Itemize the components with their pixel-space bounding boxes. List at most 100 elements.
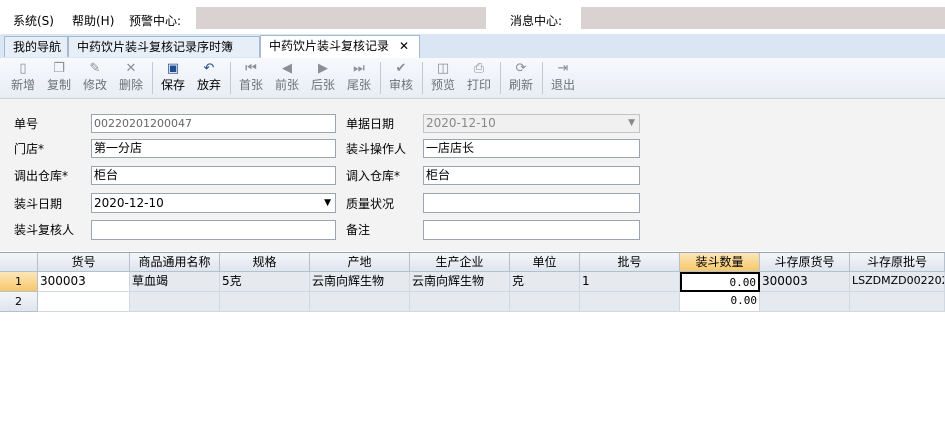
refresh-icon: ⟳ — [515, 61, 527, 76]
toolbar-separator — [422, 62, 423, 94]
tab-review-record[interactable]: 中药饮片装斗复核记录 ✕ — [260, 35, 420, 58]
store-field[interactable]: 第一分店 — [91, 139, 336, 158]
cell-item-no[interactable] — [38, 292, 130, 312]
edit-button[interactable]: ✎ 修改 — [80, 60, 110, 96]
col-header-manufacturer[interactable]: 生产企业 — [410, 253, 510, 272]
cell-fill-qty[interactable]: 0.00 — [680, 292, 760, 312]
reviewer-label: 装斗复核人 — [14, 223, 75, 237]
copy-label: 复制 — [46, 78, 71, 92]
approve-icon: ✔ — [395, 61, 407, 76]
delete-button[interactable]: ✕ 删除 — [116, 60, 146, 96]
cell-orig-batch[interactable]: LSZDMZD0022020112 — [850, 272, 945, 292]
col-header-orig-item-no[interactable]: 斗存原货号 — [760, 253, 850, 272]
discard-button[interactable]: ↶ 放弃 — [194, 60, 224, 96]
out-warehouse-field[interactable]: 柜台 — [91, 166, 336, 185]
cell-generic-name[interactable] — [130, 292, 220, 312]
row-header[interactable]: 2 — [0, 292, 38, 312]
print-button[interactable]: ⎙ 打印 — [464, 60, 494, 96]
first-label: 首张 — [238, 78, 263, 92]
cell-unit[interactable] — [510, 292, 580, 312]
delete-icon: ✕ — [125, 61, 137, 76]
reviewer-field[interactable] — [91, 220, 336, 240]
approve-button[interactable]: ✔ 审核 — [386, 60, 416, 96]
prev-icon: ◀ — [282, 61, 292, 76]
col-header-item-no[interactable]: 货号 — [38, 253, 130, 272]
cell-origin[interactable] — [310, 292, 410, 312]
menu-bar: 系统(S) 帮助(H) 预警中心: 消息中心: — [0, 0, 945, 38]
last-icon: ⏭ — [353, 61, 365, 76]
undo-icon: ↶ — [203, 61, 215, 76]
tab-review-journal[interactable]: 中药饮片装斗复核记录序时簿 — [68, 36, 260, 57]
preview-icon: ◫ — [436, 61, 450, 76]
menu-help[interactable]: 帮助(H) — [72, 12, 114, 29]
message-center-display[interactable] — [581, 7, 945, 29]
copy-button[interactable]: ❐ 复制 — [44, 60, 74, 96]
preview-label: 预览 — [430, 78, 455, 92]
cell-manufacturer[interactable] — [410, 292, 510, 312]
save-button[interactable]: ▣ 保存 — [158, 60, 188, 96]
cell-spec[interactable]: 5克 — [220, 272, 310, 292]
cell-orig-item-no[interactable]: 300003 — [760, 272, 850, 292]
col-header-origin[interactable]: 产地 — [310, 253, 410, 272]
toolbar-separator — [230, 62, 231, 94]
cell-unit[interactable]: 克 — [510, 272, 580, 292]
cell-batch[interactable]: 1 — [580, 272, 680, 292]
remark-field[interactable] — [423, 220, 640, 240]
prev-button[interactable]: ◀ 前张 — [272, 60, 302, 96]
col-header-spec[interactable]: 规格 — [220, 253, 310, 272]
doc-no-field[interactable]: 00220201200047 — [91, 114, 336, 133]
store-label: 门店* — [14, 142, 45, 156]
fill-date-field[interactable]: 2020-12-10 ▼ — [91, 193, 336, 213]
col-header-batch[interactable]: 批号 — [580, 253, 680, 272]
exit-icon: ⇥ — [557, 61, 569, 76]
col-header-fill-qty[interactable]: 装斗数量 — [680, 253, 760, 272]
new-button[interactable]: ▯ 新增 — [8, 60, 38, 96]
copy-icon: ❐ — [53, 61, 65, 76]
cell-manufacturer[interactable]: 云南向辉生物 — [410, 272, 510, 292]
doc-date-field[interactable]: 2020-12-10 ▼ — [423, 114, 640, 133]
cell-orig-item-no[interactable] — [760, 292, 850, 312]
toolbar-separator — [380, 62, 381, 94]
first-button[interactable]: ⏮ 首张 — [236, 60, 266, 96]
detail-grid: 货号 商品通用名称 规格 产地 生产企业 单位 批号 装斗数量 斗存原货号 斗存… — [0, 252, 945, 427]
tab-strip: 我的导航 中药饮片装斗复核记录序时簿 中药饮片装斗复核记录 ✕ — [0, 34, 945, 59]
col-header-generic-name[interactable]: 商品通用名称 — [130, 253, 220, 272]
cell-spec[interactable] — [220, 292, 310, 312]
operator-field[interactable]: 一店店长 — [423, 139, 640, 158]
in-warehouse-label: 调入仓库* — [346, 169, 401, 183]
refresh-label: 刷新 — [508, 78, 533, 92]
prev-label: 前张 — [274, 78, 299, 92]
print-icon: ⎙ — [473, 61, 485, 76]
alert-center-label: 预警中心: — [129, 14, 182, 28]
last-button[interactable]: ⏭ 尾张 — [344, 60, 374, 96]
approve-label: 审核 — [388, 78, 413, 92]
in-warehouse-field[interactable]: 柜台 — [423, 166, 640, 185]
print-label: 打印 — [466, 78, 491, 92]
alert-center-display[interactable] — [196, 7, 486, 29]
tab-my-navigation[interactable]: 我的导航 — [4, 36, 68, 57]
edit-icon: ✎ — [89, 61, 101, 76]
tab-label: 中药饮片装斗复核记录 — [269, 39, 390, 53]
exit-button[interactable]: ⇥ 退出 — [548, 60, 578, 96]
row-header[interactable]: 1 — [0, 272, 38, 292]
next-label: 后张 — [310, 78, 335, 92]
close-icon[interactable]: ✕ — [399, 39, 409, 53]
toolbar-separator — [500, 62, 501, 94]
cell-origin[interactable]: 云南向辉生物 — [310, 272, 410, 292]
cell-fill-qty[interactable]: 0.00 — [680, 272, 760, 292]
refresh-button[interactable]: ⟳ 刷新 — [506, 60, 536, 96]
preview-button[interactable]: ◫ 预览 — [428, 60, 458, 96]
menu-system[interactable]: 系统(S) — [13, 12, 54, 29]
col-header-unit[interactable]: 单位 — [510, 253, 580, 272]
cell-orig-batch[interactable] — [850, 292, 945, 312]
fill-date-value: 2020-12-10 — [94, 196, 164, 210]
doc-no-label: 单号 — [14, 117, 39, 131]
cell-batch[interactable] — [580, 292, 680, 312]
cell-generic-name[interactable]: 草血竭 — [130, 272, 220, 292]
cell-item-no[interactable]: 300003 — [38, 272, 130, 292]
col-header-orig-batch[interactable]: 斗存原批号 — [850, 253, 945, 272]
out-warehouse-label: 调出仓库* — [14, 169, 69, 183]
grid-corner — [0, 253, 38, 272]
next-button[interactable]: ▶ 后张 — [308, 60, 338, 96]
quality-field[interactable] — [423, 193, 640, 213]
